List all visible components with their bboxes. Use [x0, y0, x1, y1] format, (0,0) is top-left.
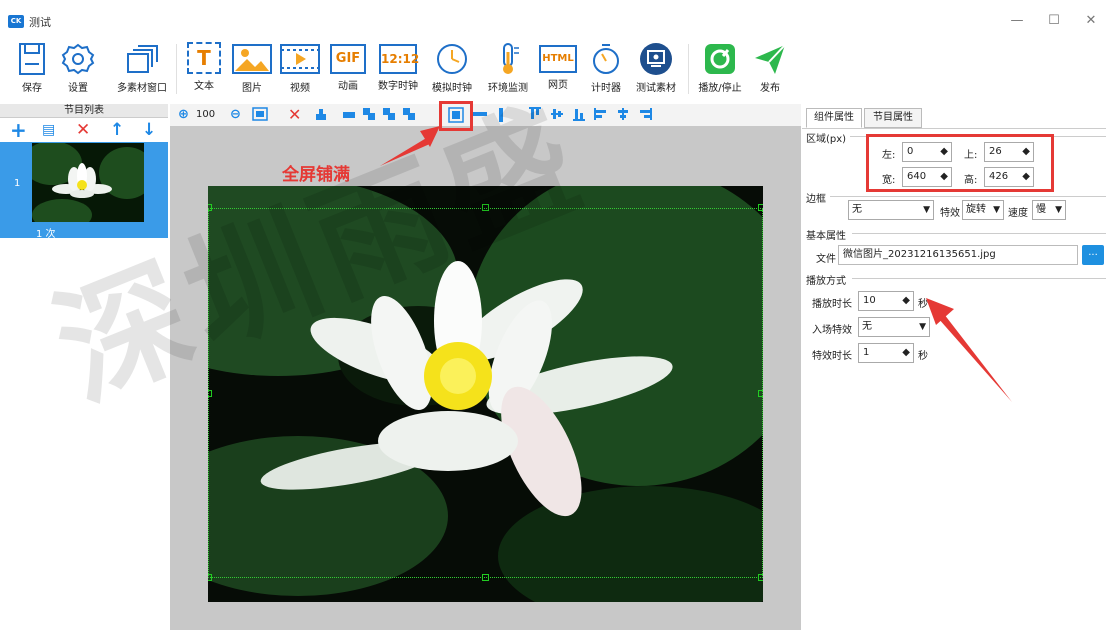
annotation-arrows [380, 126, 1012, 402]
arrow-to-fullscreen-icon [380, 137, 432, 166]
arrow-head-icon [926, 298, 954, 325]
arrow-to-duration-icon [938, 314, 1012, 402]
